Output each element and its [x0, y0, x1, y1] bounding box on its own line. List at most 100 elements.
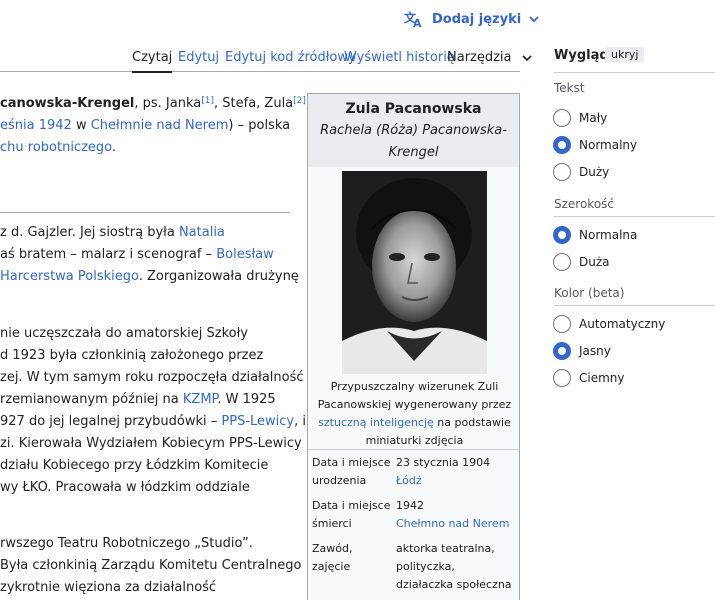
text: aś bratem – malarz i scenograf –	[0, 247, 217, 262]
birth-date: 23 stycznia 1904	[396, 456, 491, 469]
image-caption: Przypuszczalny wizerunek Zuli Pacanowski…	[316, 378, 513, 450]
radio-color-auto[interactable]: Automatyczny	[553, 315, 665, 333]
radio-label: Automatyczny	[579, 317, 666, 331]
tab-edit[interactable]: Edytuj	[178, 50, 219, 65]
radio-label: Ciemny	[579, 371, 625, 385]
panel-divider	[554, 72, 715, 73]
add-languages-button[interactable]: 文 A Dodaj języki	[404, 10, 539, 28]
article-line: rzemianowanym później na KZMP. W 1925	[0, 389, 276, 411]
text: rzemianowanym później na	[0, 392, 183, 407]
caption-text: Przypuszczalny wizerunek Zuli Pacanowski…	[317, 380, 512, 411]
infobox-header: Zula Pacanowska Rachela (Róża) Pacanowsk…	[308, 94, 519, 167]
article-line: wy ŁKO. Pracowała w łódzkim oddziale	[0, 480, 250, 495]
hide-panel-button[interactable]: ukryj	[605, 47, 645, 62]
radio-circle-selected	[553, 342, 571, 360]
radio-text-normal[interactable]: Normalny	[553, 136, 637, 154]
person-link[interactable]: Natalia	[179, 225, 225, 240]
radio-circle-selected	[553, 136, 571, 154]
article-link[interactable]: chu robotniczego	[0, 140, 112, 155]
radio-label: Duży	[579, 165, 610, 179]
article-line: rwszego Teatru Robotniczego „Studio”.	[0, 536, 253, 551]
infobox-title: Zula Pacanowska	[345, 101, 482, 117]
text: ) – polska	[228, 118, 291, 133]
person-link[interactable]: Bolesław	[216, 247, 274, 262]
width-label: Szerokość	[554, 197, 615, 211]
text: , i	[294, 414, 307, 429]
radio-circle-selected	[553, 226, 571, 244]
article-line: nie uczęszczała do amatorskiej Szkoły	[0, 326, 248, 341]
radio-width-wide[interactable]: Duża	[553, 253, 610, 271]
portrait-image[interactable]	[342, 171, 487, 374]
page-tabs: Czytaj Edytuj Edytuj kod źródłowy Wyświe…	[0, 40, 532, 73]
death-date: 1942	[396, 499, 424, 512]
article-line: z d. Gajzler. Jej siostrą była Natalia	[0, 222, 225, 244]
article-line: Harcerstwa Polskiego. Zorganizowała druż…	[0, 266, 299, 288]
infobox: Zula Pacanowska Rachela (Róża) Pacanowsk…	[307, 93, 520, 600]
radio-label: Normalna	[579, 228, 638, 242]
date-link[interactable]: eśnia 1942	[0, 118, 72, 133]
organization-link[interactable]: PPS-Lewicy	[221, 414, 294, 429]
panel-divider	[554, 216, 715, 217]
article-line: d 1923 była członkinią założonego przez	[0, 348, 264, 363]
radio-text-large[interactable]: Duży	[553, 163, 609, 181]
radio-label: Jasny	[579, 344, 611, 358]
tools-menu[interactable]: Narzędzia	[447, 50, 532, 65]
reference-link[interactable]: [1]	[201, 96, 214, 106]
article-subject-name: canowska-Krengel	[0, 96, 135, 111]
radio-width-normal[interactable]: Normalna	[553, 226, 637, 244]
radio-label: Duża	[579, 255, 610, 269]
infobox-value: 1942 Chełmno nad Nerem	[394, 497, 515, 533]
chevron-down-icon	[522, 54, 532, 61]
text: z d. Gajzler. Jej siostrą była	[0, 225, 179, 240]
tab-read[interactable]: Czytaj	[132, 50, 173, 73]
reference-link[interactable]: [2]	[293, 96, 306, 106]
article-line: zi. Kierowała Wydziałem Kobiecym PPS-Lew…	[0, 436, 302, 451]
infobox-label: Data i miejsce śmierci	[312, 499, 391, 530]
appearance-panel: Wygląd ukryj Tekst Mały Normalny Duży Sz…	[540, 40, 715, 600]
radio-circle	[553, 109, 571, 127]
article-line: canowska-Krengel, ps. Janka[1], Stefa, Z…	[0, 93, 310, 115]
article-line: chu robotniczego.	[0, 137, 116, 159]
text-size-label: Tekst	[554, 81, 585, 95]
tools-label: Narzędzia	[447, 50, 512, 65]
radio-text-small[interactable]: Mały	[553, 109, 607, 127]
infobox-row: Zawód, zajęcie aktorka teatralna, polity…	[308, 536, 519, 597]
radio-circle	[553, 315, 571, 333]
radio-circle	[553, 253, 571, 271]
infobox-label: Data i miejsce urodzenia	[312, 456, 391, 487]
radio-color-dark[interactable]: Ciemny	[553, 369, 625, 387]
organization-link[interactable]: KZMP	[183, 392, 217, 407]
panel-title: Wygląd	[554, 48, 609, 63]
radio-circle	[553, 369, 571, 387]
section-divider	[0, 212, 290, 213]
organization-link[interactable]: Harcerstwa Polskiego	[0, 269, 139, 284]
tab-history[interactable]: Wyświetl historię	[344, 50, 455, 65]
add-languages-label: Dodaj języki	[432, 11, 522, 27]
chevron-down-icon	[529, 16, 539, 23]
svg-text:A: A	[413, 17, 422, 28]
translate-icon: 文 A	[404, 10, 422, 28]
text: 927 do jej legalnej przybudówki –	[0, 414, 222, 429]
text: w	[71, 118, 91, 133]
birth-place-link[interactable]: Łódź	[396, 474, 422, 487]
article-line: 927 do jej legalnej przybudówki – PPS-Le…	[0, 411, 306, 433]
article-line: aś bratem – malarz i scenograf – Bolesła…	[0, 244, 274, 266]
death-place-link[interactable]: Chełmno nad Nerem	[396, 517, 509, 530]
place-link[interactable]: Chełmnie nad Nerem	[91, 118, 229, 133]
article-line: eśnia 1942 w Chełmnie nad Nerem) – polsk…	[0, 115, 290, 137]
ai-link[interactable]: sztuczną inteligencję	[318, 416, 434, 429]
radio-color-light[interactable]: Jasny	[553, 342, 611, 360]
infobox-value: 23 stycznia 1904 Łódź	[394, 454, 515, 490]
tab-edit-source[interactable]: Edytuj kod źródłowy	[225, 50, 356, 65]
text: , ps. Janka	[134, 96, 202, 111]
radio-circle	[553, 163, 571, 181]
text: .	[111, 140, 117, 155]
radio-label: Normalny	[579, 138, 638, 152]
infobox-label: Zawód, zajęcie	[312, 542, 353, 573]
color-label: Kolor (beta)	[554, 286, 625, 300]
radio-label: Mały	[579, 111, 608, 125]
panel-divider	[554, 305, 715, 306]
infobox-subtitle: Rachela (Róża) Pacanowska-Krengel	[320, 123, 507, 160]
text: , Stefa, Zula	[214, 96, 294, 111]
article-line: zej. W tym samym roku rozpoczęła działal…	[0, 370, 304, 385]
